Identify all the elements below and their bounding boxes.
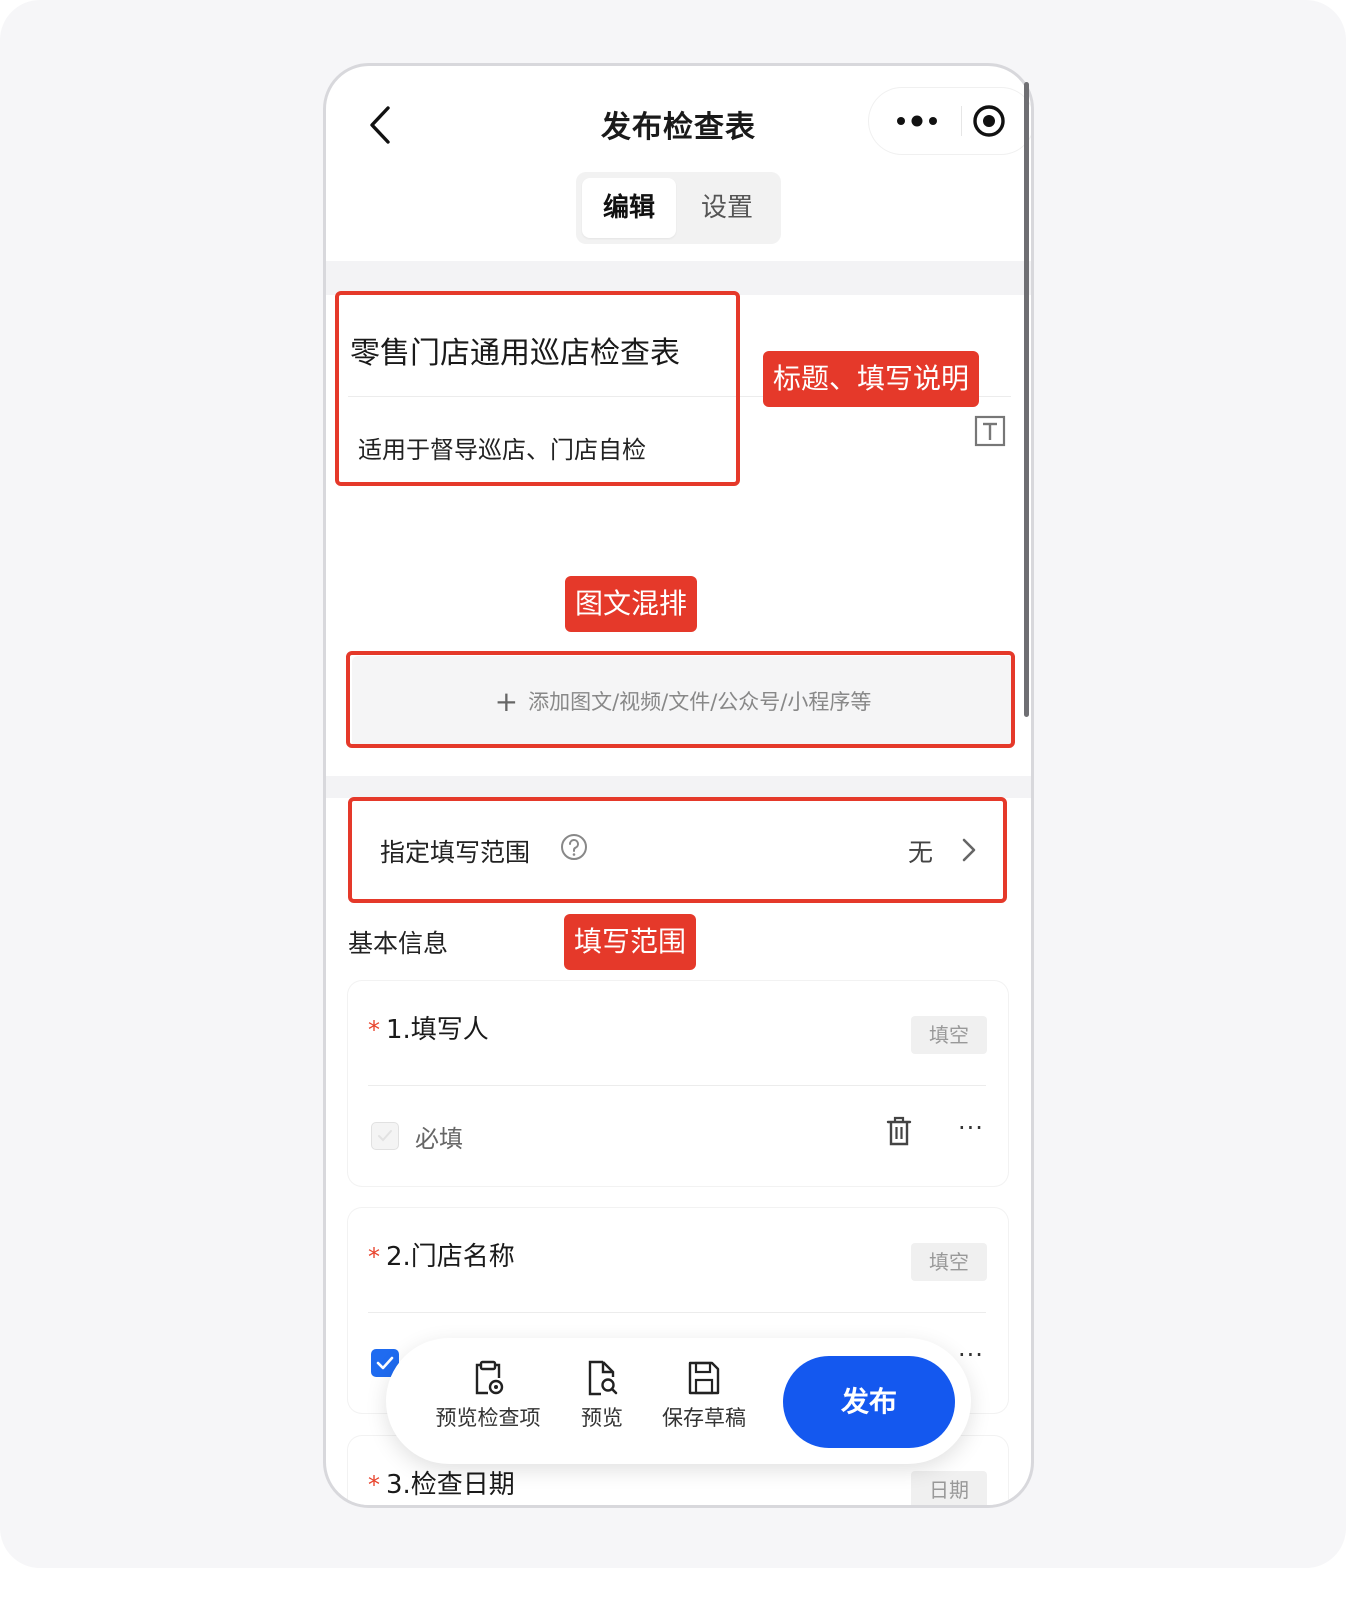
question-title: * 3.检查日期	[368, 1464, 515, 1501]
question-title: * 1.填写人	[368, 1009, 489, 1046]
tab-settings[interactable]: 设置	[680, 178, 774, 238]
required-label: 必填	[415, 1125, 463, 1153]
clipboard-preview-icon	[475, 1360, 504, 1395]
question-card[interactable]: * 1.填写人 填空 必填 ···	[348, 981, 1008, 1186]
section-divider	[326, 776, 1031, 798]
question-title-text: 3.检查日期	[386, 1470, 515, 1500]
preview-items-button[interactable]: 预览检查项	[430, 1360, 546, 1432]
edit-settings-tabs: 编辑 设置	[576, 172, 781, 244]
annotation-box-fill-scope	[348, 797, 1007, 903]
question-type-badge: 填空	[911, 1243, 987, 1281]
annotation-label-fill-scope: 填写范围	[564, 914, 697, 970]
file-search-icon	[588, 1360, 618, 1396]
record-target-icon[interactable]	[969, 100, 1009, 142]
section-divider	[326, 261, 1031, 295]
question-type-badge: 填空	[911, 1016, 987, 1054]
question-title: * 2.门店名称	[368, 1236, 515, 1273]
publish-button[interactable]: 发布	[783, 1356, 955, 1448]
bottom-toolbar: 预览检查项 预览 保存草稿 发布	[386, 1338, 971, 1464]
annotation-label-title-desc: 标题、填写说明	[763, 351, 980, 407]
text-format-icon[interactable]	[974, 415, 1006, 447]
question-type-badge: 日期	[911, 1471, 987, 1505]
phone-frame: 发布检查表 编辑 设置 零售门店通用巡店检查表 适用于督导巡店、门店自检 + 添加…	[323, 63, 1034, 1508]
question-more-button[interactable]: ···	[958, 1114, 984, 1142]
required-checkbox[interactable]	[371, 1122, 399, 1150]
more-dots-icon[interactable]	[887, 102, 947, 140]
mini-program-capsule	[869, 88, 1031, 154]
scrollbar[interactable]	[1024, 82, 1029, 717]
save-draft-button[interactable]: 保存草稿	[656, 1360, 752, 1432]
required-star: *	[368, 1471, 380, 1499]
annotation-box-title-desc	[335, 291, 740, 486]
tab-edit[interactable]: 编辑	[582, 178, 676, 238]
preview-label: 预览	[581, 1406, 623, 1430]
divider	[368, 1085, 986, 1086]
annotation-label-rich-mixed: 图文混排	[565, 576, 698, 632]
trash-icon[interactable]	[885, 1115, 913, 1147]
question-more-button[interactable]: ···	[958, 1341, 984, 1369]
required-star: *	[368, 1243, 380, 1271]
preview-button[interactable]: 预览	[572, 1360, 632, 1432]
capsule-divider	[961, 106, 962, 136]
save-icon	[688, 1361, 720, 1395]
divider	[368, 1312, 986, 1313]
required-star: *	[368, 1016, 380, 1044]
question-title-text: 1.填写人	[386, 1015, 489, 1045]
annotation-box-rich-mixed	[346, 651, 1015, 748]
save-draft-label: 保存草稿	[662, 1406, 746, 1430]
preview-items-label: 预览检查项	[435, 1406, 541, 1430]
section-title-basic-info: 基本信息	[348, 929, 449, 958]
question-title-text: 2.门店名称	[386, 1242, 515, 1272]
